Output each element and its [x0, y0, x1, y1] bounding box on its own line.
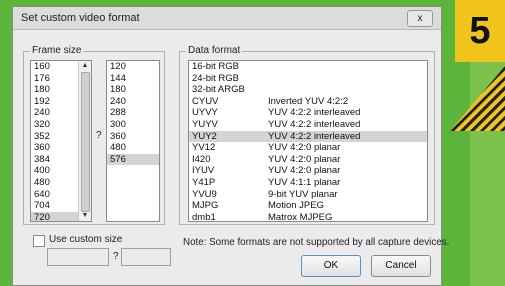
format-code: YV12	[192, 142, 216, 154]
use-custom-size-label[interactable]: Use custom size	[49, 234, 122, 245]
format-description: YUV 4:2:0 planar	[268, 153, 341, 165]
data-format-list[interactable]: 16-bit RGB 24-bit RGB 32-bit ARGB CYUV Inver…	[188, 60, 428, 222]
format-code: YVU9	[192, 188, 217, 200]
list-item[interactable]: 288	[107, 107, 159, 119]
format-list-item[interactable]: dmb1 Matrox MJPEG	[189, 211, 427, 222]
format-list-item[interactable]: Y41P YUV 4:1:1 planar	[189, 177, 427, 189]
use-custom-size-checkbox[interactable]	[33, 235, 45, 247]
format-code: Y41P	[192, 176, 216, 188]
capture-support-note: Note: Some formats are not supported by …	[183, 237, 450, 248]
data-format-group: Data format 16-bit RGB 24-bit RGB 32-bit A…	[179, 45, 435, 225]
custom-video-format-dialog: Set custom video format x Frame size 160…	[12, 6, 449, 286]
format-description: Inverted YUV 4:2:2	[268, 95, 349, 107]
scroll-up-icon[interactable]: ▲	[79, 61, 91, 71]
list-item[interactable]: 120	[107, 61, 159, 73]
format-description: YUV 4:2:0 planar	[268, 142, 341, 154]
format-list-item[interactable]: YVU9 9-bit YUV planar	[189, 189, 427, 201]
format-description: Motion JPEG	[268, 200, 324, 212]
cancel-button[interactable]: Cancel	[371, 255, 431, 277]
format-list-item[interactable]: 24-bit RGB	[189, 73, 427, 85]
list-item[interactable]: 240	[107, 96, 159, 108]
format-code: 24-bit RGB	[192, 72, 239, 84]
format-description: YUV 4:2:2 interleaved	[268, 118, 361, 130]
format-code: 16-bit RGB	[192, 61, 239, 72]
dialog-titlebar: Set custom video format x	[13, 7, 441, 30]
format-list-item[interactable]: 32-bit ARGB	[189, 84, 427, 96]
format-description: 9-bit YUV planar	[268, 188, 338, 200]
format-description: YUV 4:1:1 planar	[268, 176, 341, 188]
step-number-badge: 5	[455, 0, 505, 62]
scroll-thumb[interactable]	[81, 72, 90, 212]
frame-size-legend: Frame size	[30, 45, 84, 56]
list-item[interactable]: 576	[107, 153, 159, 166]
format-list-item[interactable]: YUY2 YUV 4:2:2 interleaved	[189, 130, 427, 143]
format-list-item[interactable]: CYUV Inverted YUV 4:2:2	[189, 96, 427, 108]
close-icon: x	[417, 13, 423, 24]
format-code: 32-bit ARGB	[192, 84, 245, 96]
format-list-item[interactable]: YV12 YUV 4:2:0 planar	[189, 142, 427, 154]
format-description: Matrox MJPEG	[268, 211, 333, 222]
frame-width-list[interactable]: 160 176 180 192 240 320 352 360 384 400 480 640 704 7…	[30, 60, 92, 222]
format-list-item[interactable]: UYVY YUV 4:2:2 interleaved	[189, 107, 427, 119]
frame-size-separator: ?	[96, 130, 102, 141]
format-list-item[interactable]: YUYV YUV 4:2:2 interleaved	[189, 119, 427, 131]
frame-height-list[interactable]: 120 144 180 240 288 300 360 480 576	[106, 60, 160, 222]
format-code: YUYV	[192, 118, 218, 130]
ok-button[interactable]: OK	[301, 255, 361, 277]
frame-width-scrollbar[interactable]: ▲ ▼	[78, 61, 91, 221]
format-code: CYUV	[192, 95, 219, 107]
format-description: YUV 4:2:2 interleaved	[268, 107, 361, 119]
custom-height-field[interactable]	[121, 248, 171, 266]
list-item[interactable]: 360	[107, 131, 159, 143]
format-code: IYUV	[192, 165, 215, 177]
format-code: YUY2	[192, 130, 217, 142]
format-list-item[interactable]: MJPG Motion JPEG	[189, 200, 427, 212]
format-code: MJPG	[192, 200, 219, 212]
format-code: UYVY	[192, 107, 218, 119]
format-code: dmb1	[192, 211, 216, 222]
format-description: YUV 4:2:0 planar	[268, 165, 341, 177]
scroll-down-icon[interactable]: ▼	[79, 211, 91, 221]
format-description: YUV 4:2:2 interleaved	[268, 130, 361, 142]
list-item[interactable]: 144	[107, 73, 159, 85]
custom-size-separator: ?	[113, 251, 119, 262]
close-button[interactable]: x	[407, 10, 433, 27]
data-format-legend: Data format	[186, 45, 243, 56]
dialog-title: Set custom video format	[21, 12, 140, 24]
list-item[interactable]: 180	[107, 84, 159, 96]
format-list-item[interactable]: IYUV YUV 4:2:0 planar	[189, 165, 427, 177]
list-item[interactable]: 480	[107, 142, 159, 154]
frame-size-group: Frame size 160 176 180 192 240 320 352 360 384 40…	[23, 45, 165, 225]
format-code: I420	[192, 153, 211, 165]
custom-width-field[interactable]	[47, 248, 109, 266]
list-item[interactable]: 300	[107, 119, 159, 131]
format-list-item[interactable]: I420 YUV 4:2:0 planar	[189, 154, 427, 166]
format-list-item[interactable]: 16-bit RGB	[189, 61, 427, 73]
